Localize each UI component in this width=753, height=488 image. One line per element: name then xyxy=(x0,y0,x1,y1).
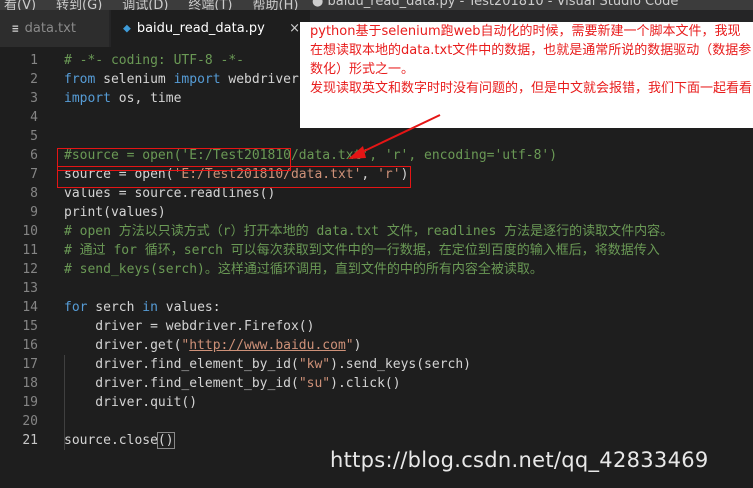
line-number: 4 xyxy=(30,110,38,125)
line-number: 17 xyxy=(22,357,38,372)
line-number: 12 xyxy=(22,262,38,277)
comment: # 通过 for 循环，serch 可以每次获取到文件中的一行数据，在定位到百度… xyxy=(64,243,660,258)
python-file-icon: ◆ xyxy=(123,21,131,36)
code-text: source.close xyxy=(64,433,158,448)
code-line-18: driver.find_element_by_id("su").click() xyxy=(64,374,753,393)
url-link[interactable]: http://www.baidu.com xyxy=(189,338,346,353)
menu-item-goto[interactable]: 转到(G) xyxy=(56,0,102,10)
line-number: 5 xyxy=(30,129,38,144)
code-line-19: driver.quit() xyxy=(64,395,198,410)
annotation-paragraph: 发现读取英文和数字时时没有问题的，但是中文就会报错，我们下面一起看看 xyxy=(310,81,753,96)
line-number: 9 xyxy=(30,205,38,220)
comment: # open 方法以只读方式（r）打开本地的 data.txt 文件，readl… xyxy=(64,224,674,239)
tab-baidu-read-data[interactable]: ◆ baidu_read_data.py × xyxy=(111,10,311,47)
highlight-box-open-line xyxy=(57,166,411,188)
line-number: 20 xyxy=(22,414,38,429)
line-number: 3 xyxy=(30,91,38,106)
keyword: from xyxy=(64,72,96,87)
comment: # -*- coding: UTF-8 -*- xyxy=(64,53,245,68)
line-number-gutter: 1 2 3 4 5 6 7 8 9 10 11 12 13 14 15 16 1… xyxy=(0,51,44,450)
line-number-current: 21 xyxy=(22,433,38,448)
code-text: selenium xyxy=(95,72,174,87)
menu-item-terminal[interactable]: 终端(T) xyxy=(188,0,232,10)
line-number: 16 xyxy=(22,338,38,353)
line-number: 8 xyxy=(30,186,38,201)
code-text: ).click() xyxy=(330,376,401,391)
line-number: 6 xyxy=(30,148,38,163)
code-text: driver.find_element_by_id( xyxy=(64,357,299,372)
code-text: os, time xyxy=(110,91,182,106)
code-line-11: # 通过 for 循环，serch 可以每次获取到文件中的一行数据，在定位到百度… xyxy=(64,241,753,260)
line-number: 14 xyxy=(22,300,38,315)
code-line-10: # open 方法以只读方式（r）打开本地的 data.txt 文件，readl… xyxy=(64,222,753,241)
window-title: ● baidu_read_data.py - Test201810 - Visu… xyxy=(312,0,679,9)
tab-data-txt[interactable]: ≡ data.txt xyxy=(0,10,110,47)
code-text: driver.get( xyxy=(64,338,182,353)
line-number: 10 xyxy=(22,224,38,239)
code-text: serch xyxy=(87,300,143,315)
code-line-9: print(values) xyxy=(64,205,166,220)
code-text: driver.find_element_by_id( xyxy=(64,376,299,391)
comment: # send_keys(serch)。这样通过循环调用，直到文件的中的所有内容全… xyxy=(64,262,543,277)
tab-label: baidu_read_data.py xyxy=(136,21,265,36)
title-bar: 看(V) 转到(G) 调试(D) 终端(T) 帮助(H) ● baidu_rea… xyxy=(0,0,753,10)
string: "su" xyxy=(298,376,331,391)
line-number: 11 xyxy=(22,243,38,258)
code-line-17: driver.find_element_by_id("kw").send_key… xyxy=(64,355,753,374)
keyword: for xyxy=(64,300,88,315)
line-number: 7 xyxy=(30,167,38,182)
code-text: webdriver xyxy=(220,72,299,87)
menu-item-help[interactable]: 帮助(H) xyxy=(253,0,299,10)
txt-file-icon: ≡ xyxy=(12,22,19,35)
annotation-paragraph: python基于selenium跑web自动化的时候，需要新建一个脚本文件，我现… xyxy=(310,24,752,77)
keyword: import xyxy=(64,91,111,106)
line-number: 1 xyxy=(30,53,38,68)
code-line-16: driver.get("http://www.baidu.com") xyxy=(64,336,753,355)
code-text: ) xyxy=(353,338,362,353)
code-text: ).send_keys(serch) xyxy=(330,357,472,372)
line-number: 19 xyxy=(22,395,38,410)
menu-item-debug[interactable]: 调试(D) xyxy=(122,0,168,10)
annotation-note: python基于selenium跑web自动化的时候，需要新建一个脚本文件，我现… xyxy=(300,22,753,128)
code-line-14: for serch in values: xyxy=(64,298,753,317)
code-line-12: # send_keys(serch)。这样通过循环调用，直到文件的中的所有内容全… xyxy=(64,260,753,279)
line-number: 13 xyxy=(22,281,38,296)
menu-item-view[interactable]: 看(V) xyxy=(4,0,36,10)
line-number: 18 xyxy=(22,376,38,391)
line-number: 15 xyxy=(22,319,38,334)
code-text: values: xyxy=(157,300,221,315)
watermark: https://blog.csdn.net/qq_42833469 xyxy=(330,448,709,472)
bracket-match: () xyxy=(156,432,175,449)
code-line-15: driver = webdriver.Firefox() xyxy=(64,319,315,334)
menu-bar: 看(V) 转到(G) 调试(D) 终端(T) 帮助(H) xyxy=(0,0,298,10)
close-icon[interactable]: × xyxy=(289,21,300,36)
tab-label: data.txt xyxy=(24,21,76,36)
string: " xyxy=(345,338,354,353)
line-number: 2 xyxy=(30,72,38,87)
keyword: import xyxy=(173,72,221,87)
keyword: in xyxy=(142,300,158,315)
string: "kw" xyxy=(298,357,331,372)
